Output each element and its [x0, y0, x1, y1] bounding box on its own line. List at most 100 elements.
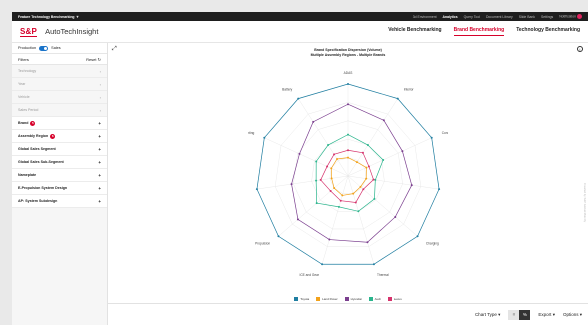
legend-label: Lexus	[393, 297, 402, 301]
nav-query-tool[interactable]: Query Tool	[464, 15, 480, 19]
filter-item[interactable]: Technology ›	[12, 65, 107, 78]
filter-item[interactable]: Global Sales Segment +	[12, 143, 107, 156]
data-point[interactable]	[298, 152, 301, 155]
data-point[interactable]	[329, 190, 332, 193]
export-dropdown[interactable]: Export ▾	[538, 312, 555, 318]
data-point[interactable]	[354, 201, 357, 204]
chart-toolbar: Chart Type ▾ # % Export ▾ Options ▾	[108, 303, 588, 325]
data-point[interactable]	[372, 263, 375, 266]
filter-item[interactable]: Year ›	[12, 78, 107, 91]
data-point[interactable]	[357, 210, 360, 213]
nav-slide-bank[interactable]: Slide Bank	[519, 15, 535, 19]
app-switcher[interactable]: Feature Technology Benchmarking	[18, 15, 74, 19]
data-point[interactable]	[401, 150, 404, 153]
data-point[interactable]	[336, 157, 339, 160]
filter-item[interactable]: AP: System Subdesign +	[12, 195, 107, 208]
tab-vehicle-benchmarking[interactable]: Vehicle Benchmarking	[388, 27, 441, 36]
filter-item-label: Global Sales Sub-Segment	[18, 160, 64, 164]
data-point[interactable]	[438, 188, 441, 191]
data-point[interactable]	[290, 183, 293, 186]
filter-item[interactable]: Sales Period ›	[12, 104, 107, 117]
data-point[interactable]	[367, 165, 370, 168]
data-point[interactable]	[347, 103, 349, 106]
data-point[interactable]	[394, 215, 397, 218]
radar-spoke	[298, 98, 349, 177]
legend-swatch	[316, 297, 321, 302]
data-point[interactable]	[416, 235, 419, 238]
data-point[interactable]	[330, 167, 333, 170]
data-point[interactable]	[347, 149, 349, 152]
data-point[interactable]	[382, 158, 385, 161]
filter-item[interactable]: Nameplate +	[12, 169, 107, 182]
production-sales-switch[interactable]	[39, 45, 49, 51]
percent-mode-button[interactable]: %	[519, 309, 531, 320]
data-point[interactable]	[347, 133, 349, 136]
data-point[interactable]	[374, 178, 377, 181]
nav-analytics[interactable]: Analytics	[443, 15, 458, 19]
data-point[interactable]	[315, 179, 318, 182]
data-point[interactable]	[297, 97, 300, 100]
radar-axis-label: Charging	[426, 241, 439, 245]
nav-notification[interactable]: Notification	[559, 14, 582, 19]
data-point[interactable]	[333, 153, 336, 156]
data-point[interactable]	[352, 192, 355, 195]
data-point[interactable]	[326, 165, 329, 168]
data-point[interactable]	[362, 188, 365, 191]
data-point[interactable]	[366, 144, 369, 147]
legend-item[interactable]: Toyota	[294, 297, 309, 302]
data-point[interactable]	[365, 166, 368, 169]
data-point[interactable]	[347, 83, 349, 85]
data-point[interactable]	[355, 161, 358, 164]
data-point[interactable]	[315, 202, 318, 205]
filter-item-label-wrap: Global Sales Sub-Segment	[18, 160, 64, 164]
data-point[interactable]	[327, 144, 330, 147]
data-point[interactable]	[341, 194, 344, 197]
data-point[interactable]	[347, 156, 349, 159]
data-point[interactable]	[321, 263, 324, 266]
legend-item[interactable]: Lexus	[387, 297, 402, 302]
data-point[interactable]	[396, 97, 399, 100]
chart-type-dropdown[interactable]: Chart Type ▾	[475, 312, 500, 318]
data-point[interactable]	[372, 178, 375, 181]
radar-chart: ADASInteriorConnected CarChassisCharging…	[248, 71, 448, 277]
data-point[interactable]	[296, 218, 299, 221]
legend-item[interactable]: Audi	[368, 297, 381, 302]
data-point[interactable]	[333, 187, 336, 190]
absolute-mode-button[interactable]: #	[508, 309, 520, 320]
data-point[interactable]	[330, 177, 333, 180]
nav-document-library[interactable]: Document Library	[486, 15, 513, 19]
data-point[interactable]	[430, 136, 433, 139]
data-point[interactable]	[373, 197, 376, 200]
legend-item[interactable]: Land Rover	[316, 297, 338, 302]
data-point[interactable]	[312, 120, 315, 123]
legend-item[interactable]: Hyundai	[344, 297, 362, 302]
data-point[interactable]	[319, 178, 322, 181]
filter-item[interactable]: E-Propulsion System Design +	[12, 182, 107, 195]
data-point[interactable]	[366, 241, 369, 244]
data-point[interactable]	[365, 177, 368, 180]
data-point[interactable]	[255, 188, 258, 191]
nav-3d-environment[interactable]: 3d Environment	[413, 15, 437, 19]
data-point[interactable]	[328, 238, 331, 241]
data-point[interactable]	[337, 205, 340, 208]
filter-item[interactable]: Assembly Region 6 +	[12, 130, 107, 143]
data-point[interactable]	[359, 185, 362, 188]
tab-technology-benchmarking[interactable]: Technology Benchmarking	[516, 27, 580, 36]
data-point[interactable]	[315, 160, 318, 163]
nav-settings[interactable]: Settings	[541, 15, 553, 19]
tab-brand-benchmarking[interactable]: Brand Benchmarking	[453, 27, 505, 36]
data-point[interactable]	[382, 119, 385, 122]
filter-item[interactable]: Brand 5 +	[12, 117, 107, 130]
options-dropdown[interactable]: Options ▾	[563, 312, 582, 318]
data-point[interactable]	[277, 235, 280, 238]
filter-item[interactable]: Vehicle ›	[12, 91, 107, 104]
reset-button[interactable]: Reset ↻	[86, 57, 101, 62]
radar-axis-label: Interior	[404, 87, 415, 91]
data-point[interactable]	[339, 199, 342, 202]
chevron-down-icon[interactable]: ▾	[76, 14, 78, 19]
filter-item[interactable]: Global Sales Sub-Segment +	[12, 156, 107, 169]
data-point[interactable]	[263, 136, 266, 139]
data-point[interactable]	[361, 151, 364, 154]
data-point[interactable]	[410, 184, 413, 187]
filter-item-label-wrap: Year	[18, 82, 25, 86]
